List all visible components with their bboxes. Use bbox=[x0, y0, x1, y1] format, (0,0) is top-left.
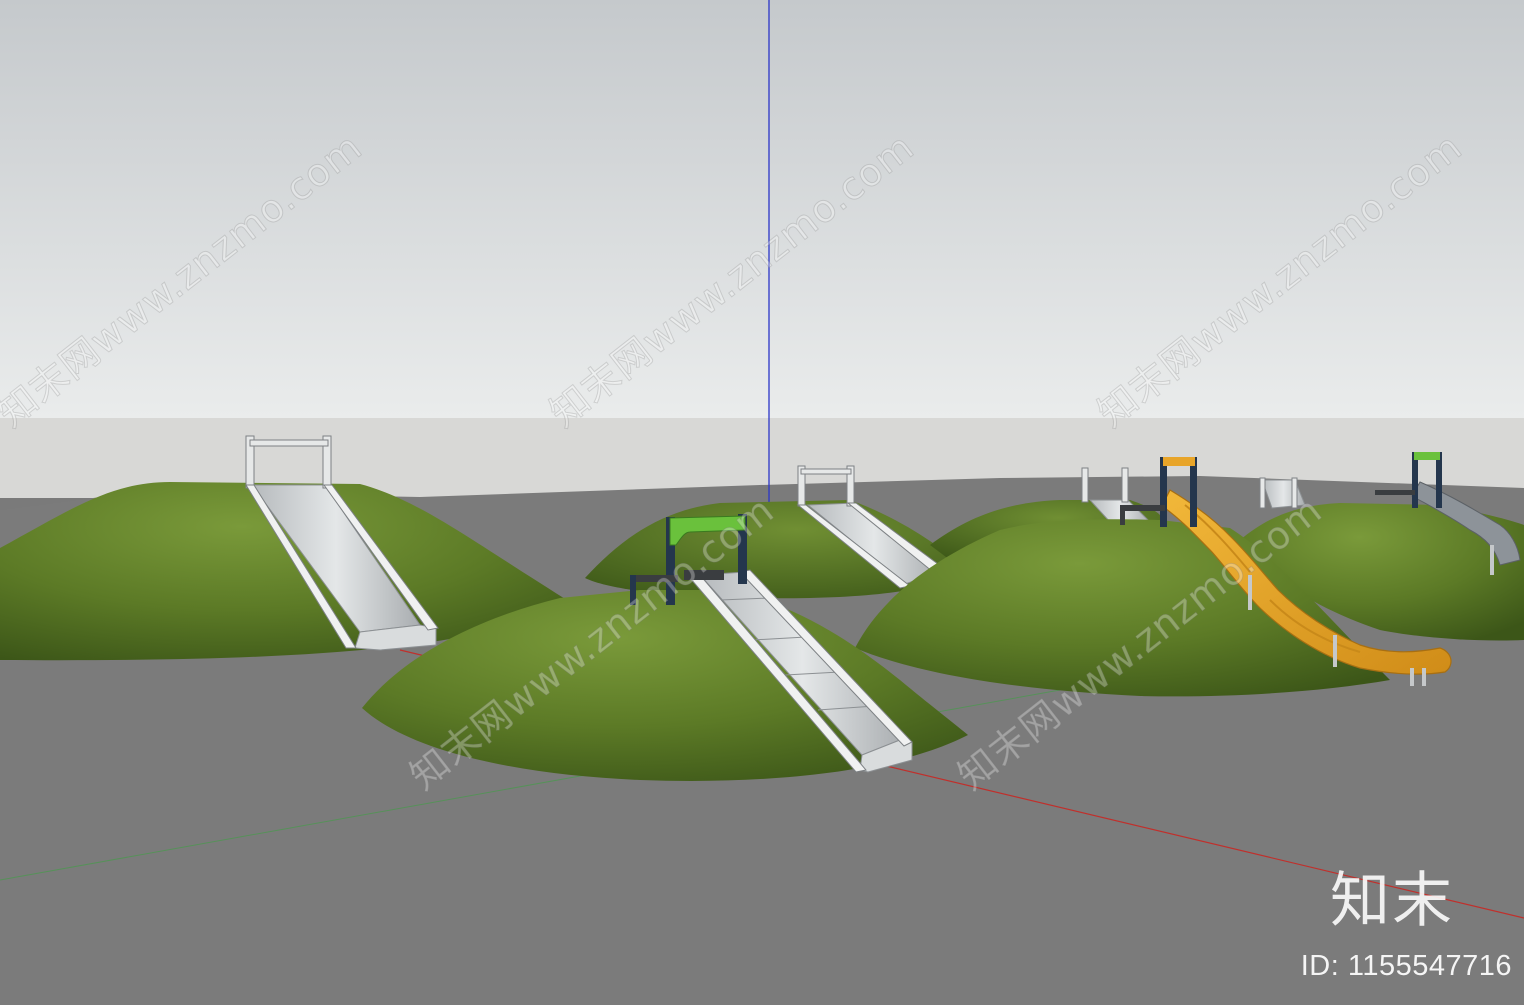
brand-logo: 知末 bbox=[1330, 866, 1454, 936]
sky bbox=[0, 0, 1524, 420]
asset-id-label: ID: 1155547716 bbox=[1300, 950, 1512, 982]
playground-3d-scene[interactable] bbox=[0, 0, 1524, 1005]
sketchup-viewport[interactable]: 知末网www.znzmo.com 知末网www.znzmo.com 知末网www… bbox=[0, 0, 1524, 1005]
